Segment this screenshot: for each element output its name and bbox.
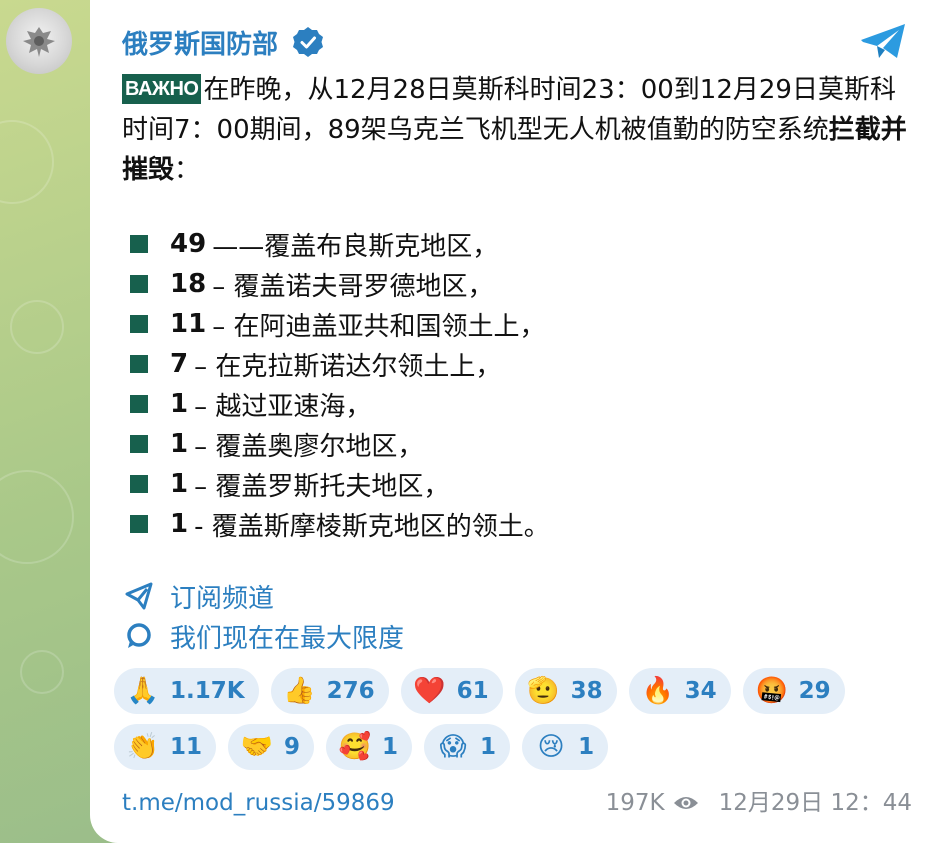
- reaction-chip[interactable]: 😱 1: [424, 724, 511, 770]
- reaction-chip[interactable]: 🫡 38: [514, 668, 617, 714]
- message-bubble: 俄罗斯国防部 ВАЖНО 在昨晚，从12月28日莫斯科时间23：00到12月29日…: [90, 0, 945, 843]
- bullet-square-icon: [130, 435, 148, 453]
- reaction-chip[interactable]: ❤️ 61: [400, 668, 503, 714]
- bullet-square-icon: [130, 515, 148, 533]
- intro-text: 在昨晚，从12月28日莫斯科时间23：00到12月29日莫斯科时间7：00期间，…: [122, 75, 896, 145]
- channel-links: 订阅频道 我们现在在最大限度: [124, 576, 404, 656]
- list-item: 49 ——覆盖布良斯克地区，: [130, 224, 910, 264]
- thumbs-up-emoji-icon: 👍: [283, 676, 316, 706]
- list-item: 1 – 覆盖罗斯托夫地区，: [130, 464, 910, 504]
- max-label: 我们现在在最大限度: [170, 623, 405, 654]
- reaction-chip[interactable]: 🔥 34: [628, 668, 731, 714]
- item-count: 49: [170, 229, 207, 259]
- verified-badge-icon: [293, 27, 324, 57]
- list-item: 7 – 在克拉斯诺达尔领土上，: [130, 344, 910, 384]
- reaction-row: 👏 11 🤝 9 🥰 1 😱 1 😢 1: [114, 724, 914, 770]
- eye-icon: [673, 797, 698, 809]
- reaction-count: 11: [170, 734, 203, 760]
- item-text: - 覆盖斯摩棱斯克地区的领土。: [194, 511, 550, 542]
- heart-emoji-icon: ❤️: [413, 676, 446, 706]
- smiling-hearts-emoji-icon: 🥰: [338, 732, 372, 762]
- reaction-count: 1: [578, 734, 595, 760]
- reaction-chip[interactable]: 👏 11: [114, 724, 217, 770]
- important-tag: ВАЖНО: [122, 74, 202, 104]
- reaction-count: 1.17K: [170, 678, 245, 704]
- message-footer: t.me/mod_russia/59869 197K 12月29日 12：44: [122, 786, 912, 820]
- salute-emoji-icon: 🫡: [527, 676, 560, 706]
- reaction-count: 34: [684, 678, 717, 704]
- item-count: 1: [170, 509, 189, 539]
- channel-name[interactable]: 俄罗斯国防部: [122, 24, 278, 61]
- share-paper-plane-icon[interactable]: [859, 22, 909, 62]
- list-item: 11 – 在阿迪盖亚共和国领土上，: [130, 304, 910, 344]
- max-link[interactable]: 我们现在在最大限度: [124, 616, 404, 656]
- reaction-count: 276: [326, 678, 375, 704]
- reaction-count: 61: [456, 678, 489, 704]
- subscribe-label: 订阅频道: [170, 583, 275, 614]
- background-doodle: [20, 650, 64, 694]
- post-meta: 197K 12月29日 12：44: [606, 786, 912, 820]
- drone-count-list: 49 ——覆盖布良斯克地区， 18 – 覆盖诺夫哥罗德地区， 11 – 在阿迪盖亚共和…: [130, 224, 910, 544]
- item-text: ——覆盖布良斯克地区，: [212, 231, 499, 262]
- item-count: 1: [170, 429, 189, 459]
- reaction-chip[interactable]: 🤝 9: [228, 724, 315, 770]
- item-count: 1: [170, 389, 189, 419]
- item-text: – 越过亚速海，: [194, 391, 372, 422]
- post-timestamp: 12月29日 12：44: [718, 790, 912, 816]
- bullet-square-icon: [130, 395, 148, 413]
- reaction-chip[interactable]: 👍 276: [270, 668, 389, 714]
- fire-emoji-icon: 🔥: [641, 676, 674, 706]
- background-doodle: [0, 120, 54, 204]
- channel-avatar[interactable]: [6, 8, 72, 74]
- reaction-row: 🙏 1.17K 👍 276 ❤️ 61 🫡 38 🔥 34 🤬 29: [114, 668, 914, 714]
- list-item: 18 – 覆盖诺夫哥罗德地区，: [130, 264, 910, 304]
- clapping-emoji-icon: 👏: [126, 732, 160, 762]
- reaction-chip[interactable]: 🙏 1.17K: [114, 668, 259, 714]
- item-count: 18: [170, 269, 207, 299]
- item-count: 1: [170, 469, 189, 499]
- reaction-count: 1: [480, 734, 497, 760]
- crying-face-emoji-icon: 😢: [537, 732, 565, 762]
- bullet-square-icon: [130, 315, 148, 333]
- chat-bubble-icon: [127, 623, 151, 648]
- reaction-count: 9: [284, 734, 301, 760]
- item-text: – 覆盖奥廖尔地区，: [194, 431, 424, 462]
- message-text: ВАЖНО 在昨晚，从12月28日莫斯科时间23：00到12月29日莫斯科时间7：…: [122, 70, 912, 190]
- reaction-count: 1: [382, 734, 399, 760]
- reaction-chip[interactable]: 😢 1: [522, 724, 609, 770]
- list-item: 1 - 覆盖斯摩棱斯克地区的领土。: [130, 504, 910, 544]
- item-text: – 覆盖诺夫哥罗德地区，: [212, 271, 494, 302]
- subscribe-link[interactable]: 订阅频道: [124, 576, 404, 616]
- item-count: 7: [170, 349, 189, 379]
- bullet-square-icon: [130, 235, 148, 253]
- screaming-face-emoji-icon: 😱: [439, 732, 467, 762]
- reaction-chip[interactable]: 🤬 29: [742, 668, 845, 714]
- handshake-emoji-icon: 🤝: [240, 732, 274, 762]
- post-permalink[interactable]: t.me/mod_russia/59869: [122, 786, 395, 820]
- send-arrow-icon: [125, 582, 153, 610]
- list-item: 1 – 覆盖奥廖尔地区，: [130, 424, 910, 464]
- message-header: 俄罗斯国防部: [122, 24, 324, 60]
- bullet-square-icon: [130, 475, 148, 493]
- pray-emoji-icon: 🙏: [126, 676, 160, 706]
- item-text: – 覆盖罗斯托夫地区，: [194, 471, 450, 502]
- ministry-emblem-icon: [23, 27, 55, 57]
- item-text: – 在阿迪盖亚共和国领土上，: [212, 311, 546, 342]
- list-item: 1 – 越过亚速海，: [130, 384, 910, 424]
- background-doodle: [0, 470, 74, 564]
- cursing-face-emoji-icon: 🤬: [755, 676, 788, 706]
- view-count: 197K: [605, 790, 665, 816]
- item-count: 11: [170, 309, 207, 339]
- reaction-count: 38: [570, 678, 603, 704]
- item-text: – 在克拉斯诺达尔领土上，: [194, 351, 502, 382]
- reaction-count: 29: [798, 678, 831, 704]
- reaction-chip[interactable]: 🥰 1: [326, 724, 413, 770]
- background-doodle: [10, 300, 64, 354]
- reactions-bar: 🙏 1.17K 👍 276 ❤️ 61 🫡 38 🔥 34 🤬 29 👏 11 🤝 9 🥰 1 😱 1 😢 1: [114, 668, 914, 780]
- intro-end-text: ：: [174, 155, 201, 185]
- bullet-square-icon: [130, 275, 148, 293]
- bullet-square-icon: [130, 355, 148, 373]
